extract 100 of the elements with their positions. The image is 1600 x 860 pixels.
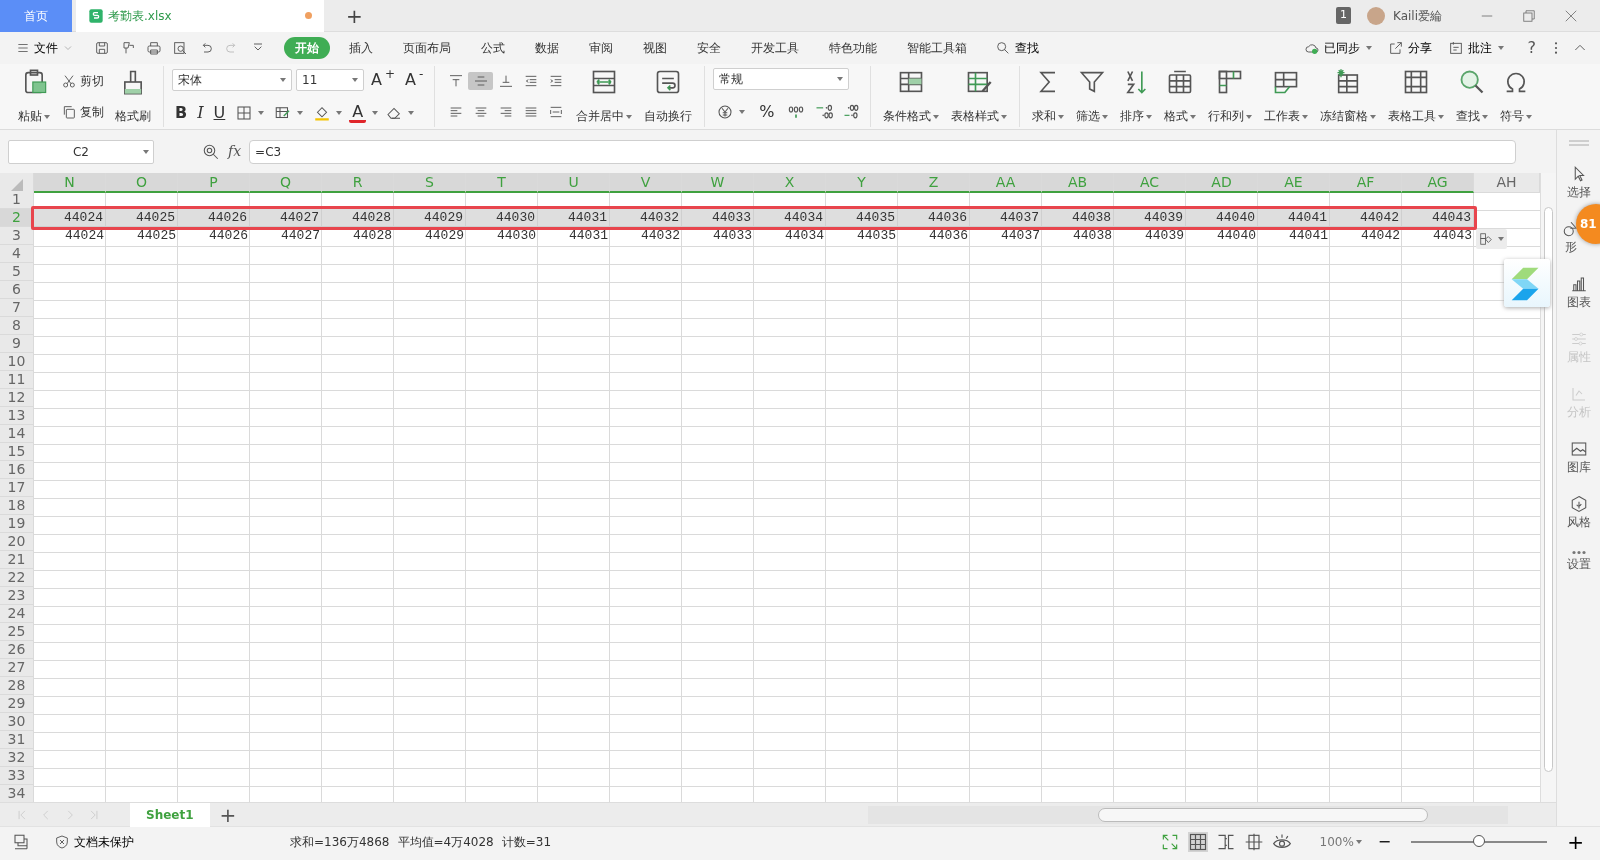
ribbon-button[interactable]: 表格样式	[946, 66, 1011, 127]
print-icon[interactable]	[146, 40, 162, 56]
row-header[interactable]: 16	[0, 461, 34, 479]
ribbon-button[interactable]: 表格工具	[1383, 66, 1448, 127]
help-button[interactable]: ?	[1523, 34, 1540, 62]
row-header[interactable]: 23	[0, 587, 34, 605]
row-header[interactable]: 7	[0, 299, 34, 317]
italic-button[interactable]: I	[194, 99, 207, 126]
row-header[interactable]: 27	[0, 659, 34, 677]
increase-font-button[interactable]: A$^{+}$	[368, 67, 398, 94]
side-panel-button[interactable]: 风格	[1566, 495, 1591, 531]
decrease-font-button[interactable]: A$^{-}$	[402, 67, 427, 94]
comment-button[interactable]: 批注	[1443, 37, 1508, 59]
row-header[interactable]: 32	[0, 749, 34, 767]
row-header[interactable]: 4	[0, 245, 34, 263]
name-box[interactable]: C2	[8, 139, 154, 164]
ribbon-tab[interactable]: 特色功能	[818, 37, 888, 59]
row-header[interactable]: 17	[0, 479, 34, 497]
add-sheet-button[interactable]: +	[213, 798, 243, 831]
ribbon-button[interactable]: 求和	[1027, 66, 1068, 127]
ribbon-tab[interactable]: 开发工具	[740, 37, 810, 59]
ribbon-button[interactable]: 粘贴	[14, 66, 54, 127]
ribbon-button[interactable]: 格式	[1159, 66, 1200, 127]
row-header[interactable]: 13	[0, 407, 34, 425]
row-header[interactable]: 22	[0, 569, 34, 587]
ribbon-button[interactable]: 复制	[58, 101, 107, 122]
user-name[interactable]: Kaili爱綸	[1393, 6, 1442, 25]
row-header[interactable]: 21	[0, 551, 34, 569]
row-header[interactable]: 8	[0, 317, 34, 335]
ribbon-button[interactable]: 符号	[1495, 66, 1536, 127]
ribbon-tab[interactable]: 页面布局	[392, 37, 462, 59]
save-icon[interactable]	[94, 40, 110, 56]
search-button[interactable]: 查找	[991, 37, 1043, 59]
font-size-dropdown[interactable]: 11	[296, 69, 364, 92]
ribbon-button[interactable]: 工作表	[1259, 66, 1312, 127]
row-header[interactable]: 20	[0, 533, 34, 551]
ribbon-button[interactable]: 格式刷	[111, 66, 155, 127]
ribbon-tab[interactable]: 开始	[284, 37, 330, 59]
ribbon-tab[interactable]: 智能工具箱	[896, 37, 978, 59]
side-panel-button[interactable]: 选择	[1566, 165, 1591, 201]
file-menu[interactable]: 文件	[12, 37, 78, 59]
zoom-dropdown[interactable]: 100%	[1315, 830, 1366, 853]
side-panel-button[interactable]: 设置	[1566, 550, 1591, 573]
row-header[interactable]: 19	[0, 515, 34, 533]
number-format-dropdown[interactable]: 常规	[713, 68, 850, 91]
row-header[interactable]: 3	[0, 227, 34, 245]
panel-handle-icon[interactable]	[1568, 140, 1589, 146]
underline-button[interactable]: U	[210, 99, 229, 126]
row-header[interactable]: 9	[0, 335, 34, 353]
column-header[interactable]: AH	[1474, 173, 1540, 193]
new-tab-button[interactable]: +	[340, 0, 369, 32]
row-header[interactable]: 31	[0, 731, 34, 749]
ribbon-button[interactable]: 剪切	[58, 71, 107, 92]
ribbon-button[interactable]: 筛选	[1071, 66, 1112, 127]
ribbon-button[interactable]: 行和列	[1203, 66, 1256, 127]
normal-view-icon[interactable]	[1187, 831, 1208, 852]
row-header[interactable]: 24	[0, 605, 34, 623]
bold-button[interactable]: B	[172, 99, 191, 126]
app-widget-icon[interactable]	[1504, 259, 1550, 307]
row-header[interactable]: 18	[0, 497, 34, 515]
row-header[interactable]: 14	[0, 425, 34, 443]
row-header[interactable]: 28	[0, 677, 34, 695]
paste-options-button[interactable]	[1476, 229, 1507, 249]
row-header[interactable]: 5	[0, 263, 34, 281]
zoom-out-button[interactable]: −	[1373, 827, 1396, 856]
row-header[interactable]: 15	[0, 443, 34, 461]
function-button[interactable]: fx	[228, 141, 242, 162]
ribbon-tab[interactable]: 视图	[632, 37, 678, 59]
scrollbar-thumb[interactable]	[1544, 207, 1553, 772]
align-button[interactable]	[468, 72, 494, 91]
zoom-in-button[interactable]: +	[1563, 824, 1588, 859]
ribbon-button[interactable]: 冻结窗格	[1315, 66, 1380, 127]
row-header[interactable]: 29	[0, 695, 34, 713]
row-header[interactable]: 26	[0, 641, 34, 659]
row-header[interactable]: 11	[0, 371, 34, 389]
side-panel-button[interactable]: 图库	[1566, 440, 1591, 476]
window-count-badge[interactable]: 1	[1336, 7, 1351, 24]
side-panel-button[interactable]: 图表	[1566, 275, 1591, 311]
row-header[interactable]: 33	[0, 767, 34, 785]
ribbon-tab[interactable]: 数据	[524, 37, 570, 59]
ribbon-button[interactable]: 排序	[1115, 66, 1156, 127]
ribbon-tab[interactable]: 安全	[686, 37, 732, 59]
ribbon-tab[interactable]: 插入	[338, 37, 384, 59]
zoom-formula-icon[interactable]	[202, 142, 220, 161]
row-header[interactable]: 34	[0, 785, 34, 802]
borders-icon[interactable]	[235, 103, 254, 122]
ribbon-button[interactable]: 查找	[1451, 66, 1492, 127]
font-name-dropdown[interactable]: 宋体	[172, 69, 292, 92]
percent-button[interactable]: %	[756, 98, 778, 125]
row-header[interactable]: 6	[0, 281, 34, 299]
page-layout-icon[interactable]	[1243, 831, 1264, 852]
document-tab[interactable]: 考勤表.xlsx	[76, 0, 324, 32]
ribbon-button[interactable]: 条件格式	[878, 66, 943, 127]
row-header[interactable]: 30	[0, 713, 34, 731]
protection-status[interactable]: 文档未保护	[50, 830, 138, 853]
computer-icon[interactable]	[12, 832, 30, 851]
row-header[interactable]: 1	[0, 191, 34, 209]
home-tab[interactable]: 首页	[0, 0, 72, 32]
ribbon-button[interactable]: 合并居中	[572, 66, 637, 127]
sync-button[interactable]: 已同步	[1299, 37, 1376, 59]
